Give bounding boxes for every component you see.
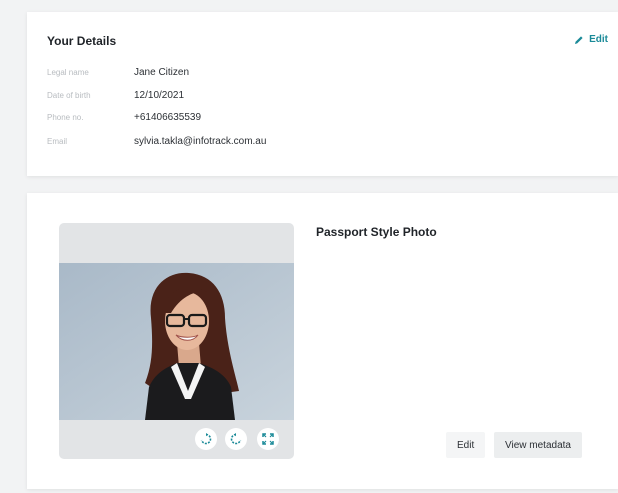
photo-frame [59, 223, 294, 459]
your-details-title: Your Details [47, 34, 117, 48]
field-value: sylvia.takla@infotrack.com.au [134, 135, 267, 147]
edit-details-button[interactable]: Edit [574, 34, 608, 45]
pencil-icon [575, 35, 583, 44]
field-label: Legal name [47, 67, 89, 77]
field-label: Email [47, 136, 68, 146]
expand-button[interactable] [257, 428, 279, 450]
passport-photo-title: Passport Style Photo [316, 225, 437, 239]
rotate-right-icon [200, 433, 212, 445]
field-row-legal-name: Legal name Jane Citizen [47, 65, 189, 79]
your-details-card: Your Details Edit Legal name Jane Citize… [27, 12, 618, 176]
passport-photo-card: Passport Style Photo Edit View metadata [27, 193, 618, 489]
edit-photo-button[interactable]: Edit [446, 432, 486, 458]
field-label: Date of birth [47, 90, 91, 100]
rotate-left-icon [230, 433, 242, 445]
expand-icon [262, 433, 274, 445]
edit-details-label: Edit [589, 34, 608, 45]
passport-photo [59, 263, 294, 420]
view-metadata-button[interactable]: View metadata [494, 432, 582, 458]
rotate-right-button[interactable] [195, 428, 217, 450]
field-value: Jane Citizen [134, 66, 190, 78]
field-row-email: Email sylvia.takla@infotrack.com.au [47, 134, 266, 148]
field-row-phone: Phone no. +61406635539 [47, 110, 201, 124]
field-row-date-of-birth: Date of birth 12/10/2021 [47, 88, 184, 102]
field-label: Phone no. [47, 112, 84, 122]
rotate-left-button[interactable] [225, 428, 247, 450]
field-value: 12/10/2021 [134, 89, 185, 101]
field-value: +61406635539 [134, 111, 202, 123]
